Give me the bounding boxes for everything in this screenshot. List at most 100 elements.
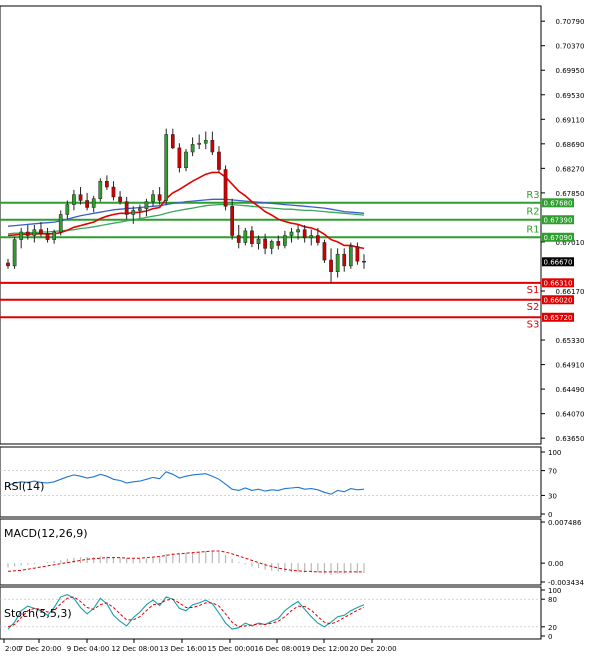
main-ytick-label-12: 0.64490 xyxy=(556,386,585,394)
candle-body-9 xyxy=(65,204,70,215)
candle-body-35 xyxy=(236,235,241,243)
level-label-s1: S1 xyxy=(527,285,540,296)
candle-body-48 xyxy=(322,242,327,261)
candle-body-45 xyxy=(302,229,307,239)
xtick-label-1: 7 Dec 20:00 xyxy=(19,645,62,653)
level-label-s3: S3 xyxy=(527,319,540,330)
candle-body-31 xyxy=(210,140,215,153)
stoch-panel: 10080 200 Stoch(5,5,3) xyxy=(0,586,561,641)
candle-body-21 xyxy=(144,201,149,209)
main-ytick-label-0: 0.70790 xyxy=(556,18,585,26)
main-ytick-label-7: 0.67850 xyxy=(556,190,585,198)
rsi-label: RSI(14) xyxy=(4,480,44,493)
candle-body-50 xyxy=(335,253,340,272)
stoch-label: Stoch(5,5,3) xyxy=(4,607,72,620)
main-ytick-label-14: 0.63650 xyxy=(556,435,585,443)
main-ytick-label-10: 0.65330 xyxy=(556,337,585,345)
candle-body-49 xyxy=(329,259,333,272)
candle-body-51 xyxy=(342,253,347,267)
candle-body-0 xyxy=(6,262,10,267)
main-ytick-label-1: 0.70370 xyxy=(556,43,585,51)
macd-label: MACD(12,26,9) xyxy=(4,527,88,540)
candle-body-17 xyxy=(118,196,122,202)
rsi-ytick-label-0: 100 xyxy=(548,449,561,457)
candle-body-14 xyxy=(98,180,103,199)
xtick-label-2: 9 Dec 04:00 xyxy=(67,645,110,653)
candle-body-27 xyxy=(184,151,188,169)
candle-body-53 xyxy=(355,246,360,262)
level-label-s2: S2 xyxy=(527,302,540,313)
macd-ytick-label-2: -0.003434 xyxy=(548,579,584,587)
candle-body-3 xyxy=(25,231,30,236)
candle-body-40 xyxy=(269,241,274,249)
candle-body-47 xyxy=(316,235,320,243)
candle-body-28 xyxy=(190,144,195,153)
candle-body-6 xyxy=(45,233,50,240)
candle-body-18 xyxy=(124,201,129,215)
candle-body-29 xyxy=(197,142,202,145)
main-ytick-label-5: 0.68690 xyxy=(556,141,585,149)
main-ytick-label-2: 0.69950 xyxy=(556,67,585,75)
candle-body-33 xyxy=(223,169,228,207)
candle-body-36 xyxy=(243,230,248,243)
candle-body-7 xyxy=(52,231,56,240)
candle-body-1 xyxy=(12,239,17,267)
level-tag-s3: 0.65720 xyxy=(544,314,573,322)
candle-body-44 xyxy=(296,229,300,233)
level-tag-r3: 0.67680 xyxy=(544,200,573,208)
xtick-label-4: 13 Dec 16:00 xyxy=(159,645,206,653)
candle-body-8 xyxy=(58,214,63,233)
candle-body-32 xyxy=(217,151,221,170)
rsi-ytick-label-1: 70 xyxy=(548,468,557,476)
level-label-r3: R3 xyxy=(526,190,539,201)
level-label-r2: R2 xyxy=(526,207,539,218)
candle-body-37 xyxy=(250,230,254,244)
stoch-ytick-label-2: 20 xyxy=(548,624,557,632)
main-ytick-label-4: 0.69110 xyxy=(556,116,585,124)
current-price-tag: 0.66670 xyxy=(544,259,573,267)
candle-body-30 xyxy=(203,140,208,144)
candle-body-15 xyxy=(105,180,109,188)
candle-body-22 xyxy=(151,194,155,202)
xtick-label-6: 16 Dec 08:00 xyxy=(254,645,301,653)
candle-body-16 xyxy=(111,186,116,198)
candle-body-38 xyxy=(256,238,261,244)
macd-panel: 0.007486 0.00 -0.003434 MACD(12,26,9) xyxy=(0,518,584,587)
candle-body-23 xyxy=(157,194,162,201)
candle-body-2 xyxy=(19,231,24,240)
candle-body-19 xyxy=(131,210,136,215)
candle-body-39 xyxy=(263,238,267,249)
candle-body-26 xyxy=(177,147,182,169)
level-tag-r2: 0.67390 xyxy=(544,217,573,225)
candle-body-46 xyxy=(309,235,314,239)
xtick-label-8: 20 Dec 20:00 xyxy=(349,645,396,653)
candle-body-54 xyxy=(362,260,366,263)
candle-body-43 xyxy=(289,231,294,236)
xtick-label-3: 12 Dec 08:00 xyxy=(111,645,158,653)
main-ytick-label-6: 0.68270 xyxy=(556,165,585,173)
forex-chart: R3 R2 R1 S1 S2 S3 0.70790 0.70370 0.69950 0.6953… xyxy=(0,0,600,657)
rsi-ytick-label-2: 30 xyxy=(548,492,557,500)
level-label-r1: R1 xyxy=(526,224,539,235)
candle-body-13 xyxy=(91,198,96,208)
macd-ytick-label-1: 0.00 xyxy=(548,560,564,568)
stoch-ytick-label-3: 0 xyxy=(548,633,552,641)
candle-body-52 xyxy=(348,246,353,267)
macd-ytick-label-0: 0.007486 xyxy=(548,519,582,527)
stoch-ytick-label-0: 100 xyxy=(548,587,561,595)
candle-body-25 xyxy=(170,134,175,149)
stoch-ytick-label-1: 80 xyxy=(548,596,557,604)
main-ytick-label-9: 0.66170 xyxy=(556,288,585,296)
main-ytick-label-11: 0.64910 xyxy=(556,362,585,370)
main-ytick-label-13: 0.64070 xyxy=(556,411,585,419)
candle-body-4 xyxy=(32,229,37,236)
rsi-ytick-label-3: 0 xyxy=(548,511,552,519)
candle-body-5 xyxy=(39,229,43,235)
main-ytick-label-3: 0.69530 xyxy=(556,92,585,100)
candle-body-41 xyxy=(276,241,281,246)
candle-body-42 xyxy=(283,235,287,246)
candle-body-11 xyxy=(78,194,83,201)
rsi-panel: 100 70 30 0 RSI(14) xyxy=(0,446,561,519)
candle-body-10 xyxy=(72,194,76,205)
candle-body-12 xyxy=(85,200,89,208)
